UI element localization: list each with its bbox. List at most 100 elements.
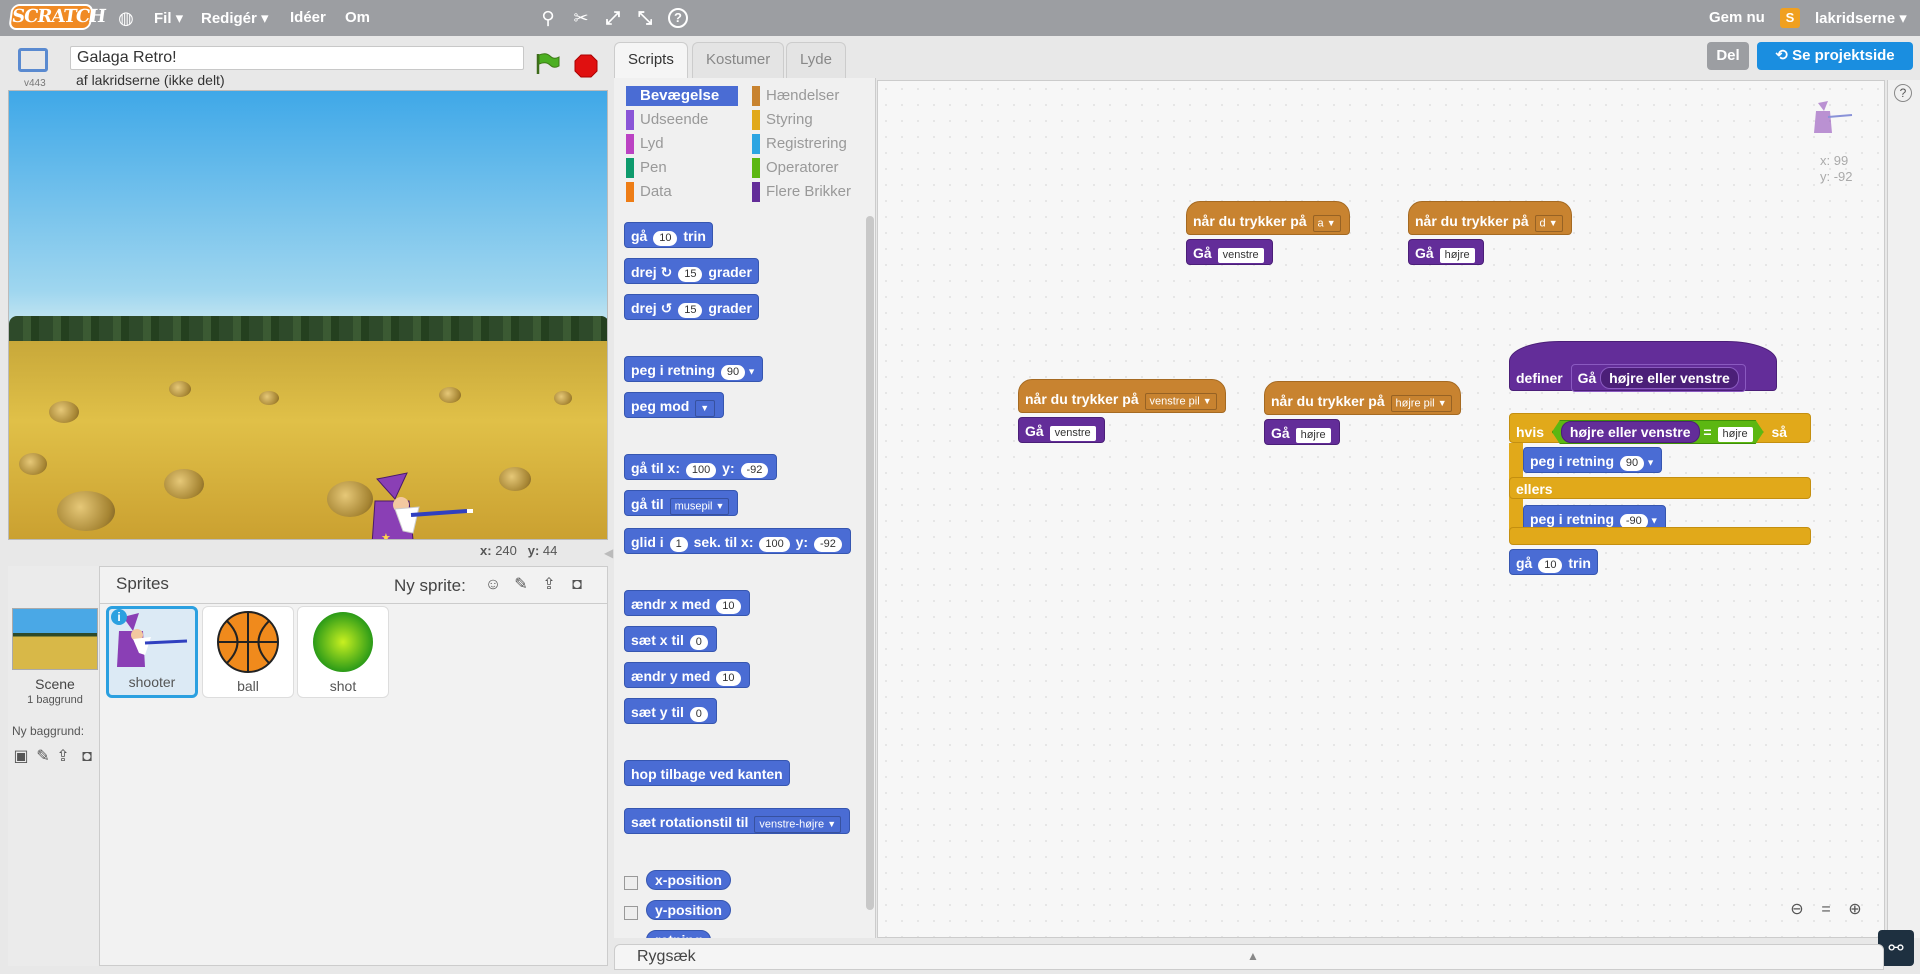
define-block[interactable]: definer Gå højre eller venstre: [1509, 341, 1777, 392]
category-data[interactable]: Data: [626, 182, 672, 202]
call-ga-venstre[interactable]: Gå venstre: [1186, 239, 1273, 265]
hat-when-left-arrow[interactable]: når du trykker på venstre pil ▼: [1018, 379, 1226, 413]
category-more-blocks[interactable]: Flere Brikker: [752, 182, 851, 202]
stop-icon[interactable]: [574, 54, 598, 78]
menu-ideas[interactable]: Idéer: [290, 9, 326, 26]
block-goto[interactable]: gå til musepil ▼: [624, 490, 739, 516]
camera-backdrop-icon[interactable]: ◘: [76, 746, 98, 768]
category-events[interactable]: Hændelser: [752, 86, 839, 106]
hat-when-key-d[interactable]: når du trykker på d ▼: [1408, 201, 1572, 235]
menu-about[interactable]: Om: [345, 9, 370, 26]
category-operators[interactable]: Operatorer: [752, 158, 839, 178]
block-move-10[interactable]: gå 10 trin: [1509, 549, 1598, 575]
checkbox-x-position[interactable]: [624, 876, 638, 890]
menu-edit[interactable]: Redigér ▾: [201, 9, 269, 27]
sprites-heading: Sprites: [116, 574, 169, 593]
save-now-button[interactable]: Gem nu: [1709, 9, 1765, 26]
block-change-x[interactable]: ændr x med 10: [624, 590, 750, 616]
sprite-name: shot: [329, 678, 357, 694]
project-page-button[interactable]: ⟲ Se projektside: [1757, 42, 1913, 70]
user-menu[interactable]: lakridserne ▾: [1815, 9, 1907, 27]
category-pen[interactable]: Pen: [626, 158, 667, 178]
expand-backpack-icon[interactable]: ▲: [1247, 949, 1259, 963]
upload-sprite-icon[interactable]: ⇪: [538, 574, 560, 596]
sprite-tile-shot[interactable]: shot: [297, 606, 389, 698]
block-change-y[interactable]: ændr y med 10: [624, 662, 750, 688]
sprite-tile-ball[interactable]: ball: [202, 606, 294, 698]
tab-costumes[interactable]: Kostumer: [692, 42, 785, 78]
block-glide[interactable]: glid i 1 sek. til x: 100 y: -92: [624, 528, 851, 554]
block-turn-right[interactable]: drej ↻ 15 grader: [624, 258, 759, 284]
block-turn-left[interactable]: drej ↺ 15 grader: [624, 294, 759, 320]
choose-backdrop-icon[interactable]: ▣: [10, 746, 32, 768]
byline: af lakridserne (ikke delt): [76, 72, 225, 88]
help-icon[interactable]: ?: [668, 8, 688, 28]
call-ga-venstre-arrow[interactable]: Gå venstre: [1018, 417, 1105, 443]
checkbox-y-position[interactable]: [624, 906, 638, 920]
scratch-logo[interactable]: SCRATCH: [8, 4, 107, 30]
reporter-y-position[interactable]: y-position: [646, 900, 731, 920]
svg-text:★: ★: [381, 532, 391, 540]
block-set-y[interactable]: sæt y til 0: [624, 698, 717, 724]
project-title-input[interactable]: [70, 46, 524, 70]
menu-file[interactable]: Fil ▾: [154, 9, 183, 27]
fullscreen-icon[interactable]: [18, 48, 48, 72]
green-flag-icon[interactable]: [534, 52, 560, 74]
tab-scripts[interactable]: Scripts: [614, 42, 688, 78]
sprite-preview-icon: [1812, 101, 1856, 137]
tab-sounds[interactable]: Lyde: [786, 42, 846, 78]
sprite-tile-shooter[interactable]: i shooter: [106, 606, 198, 698]
block-move[interactable]: gå 10 trin: [624, 222, 713, 248]
zoom-reset-icon[interactable]: =: [1815, 899, 1837, 921]
info-icon[interactable]: i: [111, 609, 127, 625]
block-palette: Bevægelse Udseende Lyd Pen Data Hændelse…: [614, 78, 876, 938]
camera-sprite-icon[interactable]: ◘: [566, 574, 588, 596]
reporter-x-position[interactable]: x-position: [646, 870, 731, 890]
script-area[interactable]: x: 99 y: -92 når du trykker på a ▼ Gå ven…: [877, 80, 1885, 938]
hat-when-key-a[interactable]: når du trykker på a ▼: [1186, 201, 1350, 235]
block-point-towards[interactable]: peg mod ▼: [624, 392, 725, 418]
zoom-out-icon[interactable]: ⊖: [1786, 899, 1808, 921]
cut-icon[interactable]: ✂: [571, 8, 591, 28]
collapse-stage-icon[interactable]: ◀: [604, 546, 613, 560]
category-sound[interactable]: Lyd: [626, 134, 664, 154]
turn-left-icon: ↺: [660, 300, 673, 316]
if-block[interactable]: hvis højre eller venstre = højre så: [1509, 413, 1811, 443]
hay-bale: [439, 387, 461, 403]
block-point-direction[interactable]: peg i retning 90 ▼: [624, 356, 764, 382]
stage-canvas[interactable]: ★★: [8, 90, 608, 540]
editor-tabs: Scripts Kostumer Lyde: [614, 42, 874, 78]
duplicate-icon[interactable]: ⚲: [538, 8, 558, 28]
hay-bale: [49, 401, 79, 423]
backpack-bar[interactable]: Rygsæk ▲: [614, 944, 1884, 970]
palette-scrollbar[interactable]: [866, 216, 874, 910]
choose-sprite-icon[interactable]: ☺: [482, 574, 504, 596]
grow-icon[interactable]: ⤢: [603, 8, 623, 28]
equals-operator[interactable]: højre eller venstre = højre: [1552, 420, 1764, 444]
category-looks[interactable]: Udseende: [626, 110, 708, 130]
share-button[interactable]: Del: [1707, 42, 1749, 70]
shrink-icon[interactable]: ⤡: [635, 8, 655, 28]
category-sensing[interactable]: Registrering: [752, 134, 847, 154]
paint-sprite-icon[interactable]: ✎: [510, 574, 532, 596]
block-rotation-style[interactable]: sæt rotationstil til venstre-højre ▼: [624, 808, 851, 834]
hat-when-right-arrow[interactable]: når du trykker på højre pil ▼: [1264, 381, 1461, 415]
block-bounce[interactable]: hop tilbage ved kanten: [624, 760, 790, 786]
reporter-direction[interactable]: retning: [646, 930, 712, 938]
shooter-sprite[interactable]: ★★: [367, 471, 507, 540]
call-ga-hojre[interactable]: Gå højre: [1408, 239, 1484, 265]
help-icon[interactable]: ?: [1894, 84, 1912, 102]
user-avatar-icon[interactable]: S: [1780, 8, 1800, 28]
category-motion[interactable]: Bevægelse: [626, 86, 738, 106]
block-goto-xy[interactable]: gå til x: 100 y: -92: [624, 454, 778, 480]
call-ga-hojre-arrow[interactable]: Gå højre: [1264, 419, 1340, 445]
category-control[interactable]: Styring: [752, 110, 813, 130]
paint-backdrop-icon[interactable]: ✎: [32, 746, 54, 768]
scene-thumbnail[interactable]: [12, 608, 98, 670]
upload-backdrop-icon[interactable]: ⇪: [52, 746, 74, 768]
zoom-in-icon[interactable]: ⊕: [1844, 899, 1866, 921]
if-end: [1509, 527, 1811, 545]
block-set-x[interactable]: sæt x til 0: [624, 626, 717, 652]
globe-icon[interactable]: ◍: [116, 8, 136, 28]
block-point-90[interactable]: peg i retning 90 ▼: [1523, 447, 1663, 473]
